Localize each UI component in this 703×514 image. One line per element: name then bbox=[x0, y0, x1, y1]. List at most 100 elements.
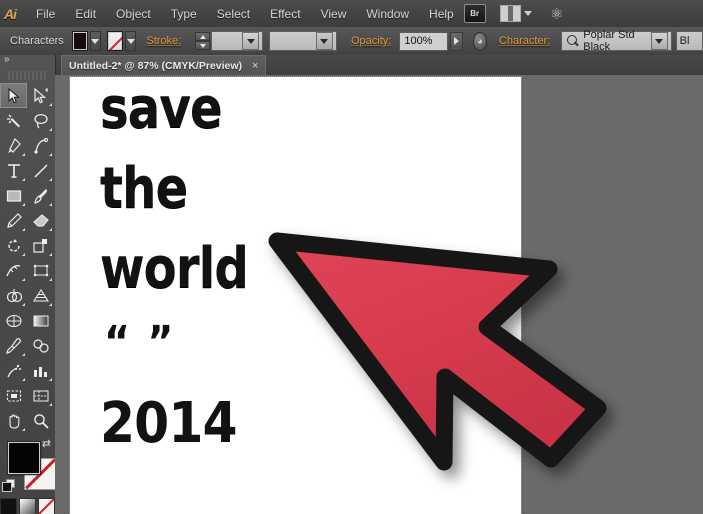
chevron-down-icon bbox=[655, 38, 664, 44]
tool-flyout-indicator bbox=[22, 203, 25, 206]
line-segment-tool[interactable] bbox=[27, 158, 54, 183]
tool-flyout-indicator bbox=[22, 253, 25, 256]
swap-fill-stroke-icon[interactable]: ⇄ bbox=[42, 439, 51, 450]
fill-stroke-control: ⇄ bbox=[0, 437, 56, 495]
menu-item-type[interactable]: Type bbox=[161, 4, 207, 24]
tool-flyout-indicator bbox=[22, 428, 25, 431]
menu-item-select[interactable]: Select bbox=[207, 4, 260, 24]
free-transform-tool[interactable] bbox=[27, 258, 54, 283]
pen-tool[interactable] bbox=[0, 133, 27, 158]
menu-item-file[interactable]: File bbox=[26, 4, 65, 24]
sync-settings-icon[interactable]: ⚛ bbox=[546, 5, 568, 23]
magic-wand-tool[interactable] bbox=[0, 108, 27, 133]
font-family-value: Poplar Std Black bbox=[583, 29, 635, 53]
arrange-documents-icon bbox=[499, 5, 521, 22]
fill-color-swatch[interactable] bbox=[71, 31, 88, 51]
document-tab[interactable]: Untitled-2* @ 87% (CMYK/Preview) × bbox=[61, 55, 267, 76]
perspective-grid-tool[interactable] bbox=[27, 283, 54, 308]
mesh-tool[interactable] bbox=[0, 308, 27, 333]
tool-flyout-indicator bbox=[22, 178, 25, 181]
tool-flyout-indicator bbox=[49, 378, 52, 381]
double-chevron-right-icon: » bbox=[4, 54, 9, 65]
tools-grid bbox=[0, 83, 55, 433]
control-bar: Characters Stroke: Opacity: 100% ◕ Chara… bbox=[0, 27, 703, 56]
fill-swatch-dropdown[interactable] bbox=[89, 31, 102, 51]
opacity-mask-icon[interactable]: ◕ bbox=[473, 31, 487, 51]
font-family-dropdown[interactable] bbox=[650, 32, 668, 50]
artwork-text-block[interactable]: save the world “ ” 2014 bbox=[100, 80, 272, 451]
canvas-area[interactable]: save the world “ ” 2014 bbox=[55, 75, 703, 514]
close-icon[interactable]: × bbox=[252, 60, 258, 72]
font-family-combo[interactable]: Poplar Std Black bbox=[561, 29, 672, 53]
menu-item-window[interactable]: Window bbox=[356, 4, 419, 24]
color-mode-none[interactable] bbox=[38, 498, 55, 514]
default-fill-stroke-icon[interactable] bbox=[2, 479, 15, 492]
go-to-bridge-button[interactable]: Br bbox=[463, 4, 486, 23]
tool-flyout-indicator bbox=[49, 303, 52, 306]
artboard[interactable]: save the world “ ” 2014 bbox=[69, 76, 522, 514]
character-label[interactable]: Character: bbox=[499, 35, 550, 47]
app-logo-icon: Ai bbox=[4, 5, 17, 22]
width-tool[interactable] bbox=[0, 258, 27, 283]
zoom-tool[interactable] bbox=[27, 408, 54, 433]
tools-panel-grip[interactable] bbox=[8, 71, 47, 80]
menu-item-object[interactable]: Object bbox=[106, 4, 161, 24]
pencil-tool[interactable] bbox=[0, 208, 27, 233]
stroke-swatch-dropdown[interactable] bbox=[124, 31, 137, 51]
tool-flyout-indicator bbox=[49, 153, 52, 156]
opacity-label[interactable]: Opacity: bbox=[351, 35, 391, 47]
slice-tool[interactable] bbox=[27, 383, 54, 408]
shape-builder-tool[interactable] bbox=[0, 283, 27, 308]
stroke-weight-label[interactable]: Stroke: bbox=[146, 35, 181, 47]
tool-flyout-indicator bbox=[49, 178, 52, 181]
tool-flyout-indicator bbox=[49, 103, 52, 106]
illustrator-window: Ai File Edit Object Type Select Effect V… bbox=[0, 0, 703, 514]
color-mode-solid[interactable] bbox=[0, 498, 17, 514]
tool-flyout-indicator bbox=[22, 303, 25, 306]
arrange-documents-button[interactable] bbox=[499, 5, 532, 22]
rotate-tool[interactable] bbox=[0, 233, 27, 258]
add-anchor-point-tool[interactable] bbox=[27, 133, 54, 158]
selection-tool[interactable] bbox=[0, 83, 27, 108]
gradient-tool[interactable] bbox=[27, 308, 54, 333]
paintbrush-tool[interactable] bbox=[27, 183, 54, 208]
scale-tool[interactable] bbox=[27, 233, 54, 258]
fill-swatch-indicator[interactable] bbox=[8, 442, 40, 474]
font-style-combo[interactable]: Bl bbox=[675, 31, 703, 51]
tool-flyout-indicator bbox=[22, 378, 25, 381]
caret-down-icon bbox=[199, 43, 206, 48]
opacity-input[interactable]: 100% bbox=[399, 31, 449, 51]
stroke-color-swatch[interactable] bbox=[106, 31, 123, 51]
stroke-profile-combo[interactable] bbox=[269, 31, 337, 51]
stroke-weight-combo[interactable] bbox=[211, 31, 264, 51]
menu-item-effect[interactable]: Effect bbox=[260, 4, 310, 24]
opacity-flyout-button[interactable] bbox=[450, 31, 464, 51]
stepper-down-button[interactable] bbox=[195, 41, 211, 50]
blend-tool[interactable] bbox=[27, 333, 54, 358]
tool-flyout-indicator bbox=[22, 278, 25, 281]
eraser-tool[interactable] bbox=[27, 208, 54, 233]
artboard-tool[interactable] bbox=[0, 383, 27, 408]
menu-item-help[interactable]: Help bbox=[419, 4, 464, 24]
tool-flyout-indicator bbox=[22, 353, 25, 356]
eyedropper-tool[interactable] bbox=[0, 333, 27, 358]
type-tool[interactable] bbox=[0, 158, 27, 183]
stroke-weight-dropdown[interactable] bbox=[242, 32, 260, 50]
stroke-profile-dropdown[interactable] bbox=[315, 32, 333, 50]
hand-tool[interactable] bbox=[0, 408, 27, 433]
caret-right-icon bbox=[454, 37, 460, 45]
symbol-sprayer-tool[interactable] bbox=[0, 358, 27, 383]
rectangle-tool[interactable] bbox=[0, 183, 27, 208]
direct-selection-tool[interactable] bbox=[27, 83, 54, 108]
lasso-tool[interactable] bbox=[27, 108, 54, 133]
menu-item-edit[interactable]: Edit bbox=[65, 4, 106, 24]
stroke-weight-stepper[interactable] bbox=[195, 32, 211, 50]
tools-panel: » ⇄ bbox=[0, 55, 56, 514]
color-mode-gradient[interactable] bbox=[19, 498, 36, 514]
tools-panel-collapse-button[interactable]: » bbox=[0, 55, 55, 71]
stepper-up-button[interactable] bbox=[195, 32, 211, 41]
column-graph-tool[interactable] bbox=[27, 358, 54, 383]
chevron-down-icon bbox=[91, 38, 100, 44]
menu-item-view[interactable]: View bbox=[311, 4, 357, 24]
document-tab-title: Untitled-2* @ 87% (CMYK/Preview) bbox=[69, 60, 243, 72]
